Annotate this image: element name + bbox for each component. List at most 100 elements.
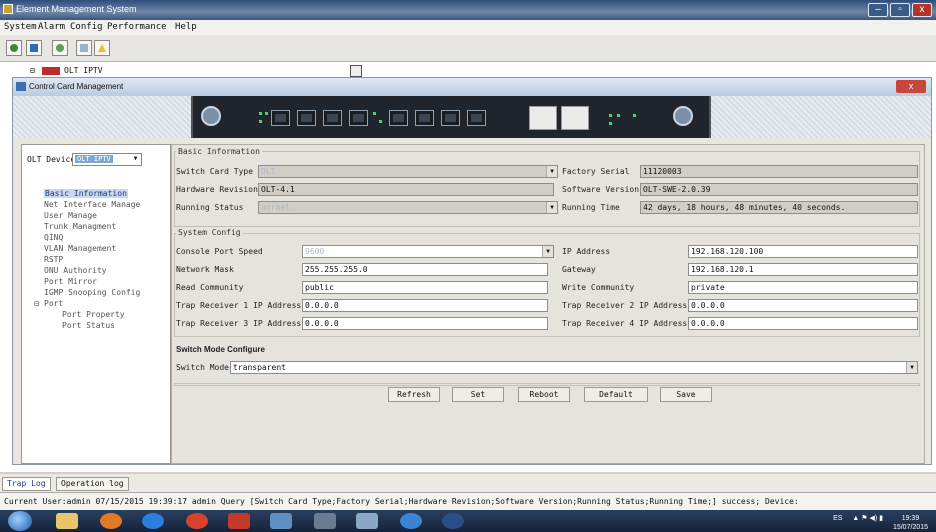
topology-tool-button[interactable] (6, 40, 22, 56)
console-port[interactable] (529, 106, 557, 130)
nav-net-interface[interactable]: Net Interface Manage (44, 200, 140, 209)
tab-trap-log[interactable]: Trap Log (2, 477, 51, 491)
language-indicator[interactable]: ES (833, 515, 842, 522)
pon-port[interactable] (415, 110, 434, 126)
network-mask-input[interactable]: 255.255.255.0 (302, 263, 548, 276)
trap1-input[interactable]: 0.0.0.0 (302, 299, 548, 312)
set-button[interactable]: Set (452, 387, 504, 402)
log-tabs: Trap Log Operation log (0, 474, 936, 492)
switch-card-type-select[interactable]: OLT ▼ (258, 165, 558, 178)
trap4-input[interactable]: 0.0.0.0 (688, 317, 918, 330)
ie-icon[interactable] (142, 513, 164, 529)
running-status-select[interactable]: normal ▼ (258, 201, 558, 214)
led-indicator (259, 112, 262, 115)
system-tray: ES ▲ ⚑ ◀) ▮ 19:39 15/07/2015 (833, 514, 928, 532)
content-panel: Basic Information Switch Card Type OLT ▼ … (171, 144, 925, 464)
navigation-panel: OLT Device OLT IPTV ▼ Basic Information … (21, 144, 171, 464)
menu-help[interactable]: Help (175, 22, 197, 32)
default-button[interactable]: Default (584, 387, 648, 402)
gateway-input[interactable]: 192.168.120.1 (688, 263, 918, 276)
paint-icon[interactable] (270, 513, 292, 529)
nav-trunk[interactable]: Trunk Managment (44, 222, 116, 231)
menu-system[interactable]: System (4, 22, 37, 32)
chrome-icon[interactable] (186, 513, 208, 529)
nav-port-mirror[interactable]: Port Mirror (44, 277, 97, 286)
led-indicator (265, 112, 268, 115)
nav-igmp[interactable]: IGMP Snooping Config (44, 288, 140, 297)
pon-port[interactable] (349, 110, 368, 126)
monitor-tool-button[interactable] (52, 40, 68, 56)
list-icon (80, 44, 88, 52)
close-button[interactable]: x (912, 3, 932, 17)
read-community-input[interactable]: public (302, 281, 548, 294)
pon-port[interactable] (467, 110, 486, 126)
switch-mode-select[interactable]: transparent ▼ (230, 361, 918, 374)
switch-card-type-label: Switch Card Type (176, 167, 254, 176)
device-tool-button[interactable] (26, 40, 42, 56)
nav-rstp[interactable]: RSTP (44, 255, 63, 264)
tree-collapse-icon[interactable]: ⊟ (34, 299, 39, 308)
save-button[interactable]: Save (660, 387, 712, 402)
factory-serial-label: Factory Serial (562, 167, 630, 176)
write-community-label: Write Community (562, 283, 635, 292)
menu-config[interactable]: Config (70, 22, 103, 32)
dialog-title-bar: Control Card Management x (13, 78, 931, 96)
dialog-title: Control Card Management (29, 82, 124, 91)
refresh-button[interactable]: Refresh (388, 387, 440, 402)
list-tool-button[interactable] (76, 40, 92, 56)
pon-port[interactable] (271, 110, 290, 126)
terminal-icon[interactable] (314, 513, 336, 529)
network-icon[interactable] (356, 513, 378, 529)
card-panel-banner (13, 96, 931, 138)
nav-port-status[interactable]: Port Status (62, 321, 115, 330)
nav-onu-authority[interactable]: ONU Authority (44, 266, 107, 275)
start-button[interactable] (8, 511, 32, 531)
pon-port[interactable] (389, 110, 408, 126)
menu-performance[interactable]: Performance (107, 22, 167, 32)
firefox-icon[interactable] (100, 513, 122, 529)
console-port-speed-label: Console Port Speed (176, 247, 263, 256)
nav-vlan[interactable]: VLAN Management (44, 244, 116, 253)
switch-mode-title: Switch Mode Configure (176, 345, 265, 354)
menu-alarm[interactable]: Alarm (38, 22, 65, 32)
reboot-button[interactable]: Reboot (518, 387, 570, 402)
running-time-label: Running Time (562, 203, 620, 212)
ems-icon[interactable] (442, 513, 464, 529)
folder-icon[interactable] (56, 513, 78, 529)
software-version-field: OLT-SWE-2.0.39 (640, 183, 918, 196)
maximize-button[interactable]: ▫ (890, 3, 910, 17)
device-select-value: OLT IPTV (75, 155, 113, 163)
manage-port[interactable] (561, 106, 589, 130)
trap3-input[interactable]: 0.0.0.0 (302, 317, 548, 330)
status-bar: Current User:admin 07/15/2015 19:39:17 a… (0, 492, 936, 510)
pon-port[interactable] (441, 110, 460, 126)
console-port-speed-select[interactable]: 9600 ▼ (302, 245, 554, 258)
running-status-label: Running Status (176, 203, 244, 212)
device-select[interactable]: OLT IPTV ▼ (72, 153, 142, 166)
minimize-button[interactable]: – (868, 3, 888, 17)
trap2-input[interactable]: 0.0.0.0 (688, 299, 918, 312)
tree-expand-icon[interactable]: ⊟ (30, 66, 35, 75)
nav-basic-information[interactable]: Basic Information (44, 189, 128, 198)
nav-port[interactable]: Port (44, 299, 63, 308)
tab-operation-log[interactable]: Operation log (56, 477, 129, 491)
tree-node-olt[interactable]: OLT IPTV (64, 66, 103, 75)
ip-address-input[interactable]: 192.168.120.100 (688, 245, 918, 258)
pon-port[interactable] (297, 110, 316, 126)
tray-flag-icon[interactable]: ▲ ⚑ ◀) ▮ (852, 515, 883, 522)
nav-qinq[interactable]: QINQ (44, 233, 63, 242)
running-time-field: 42 days, 18 hours, 48 minutes, 40 second… (640, 201, 918, 214)
restore-icon[interactable] (350, 65, 362, 77)
toolbar (0, 35, 936, 62)
media-icon[interactable] (228, 513, 250, 529)
nav-user-manage[interactable]: User Manage (44, 211, 97, 220)
dialog-close-button[interactable]: x (896, 80, 926, 93)
nav-port-property[interactable]: Port Property (62, 310, 125, 319)
write-community-input[interactable]: private (688, 281, 918, 294)
control-card-dialog: Control Card Management x OLT Device OLT… (12, 77, 932, 465)
pon-port[interactable] (323, 110, 342, 126)
basic-info-title: Basic Information (176, 147, 262, 156)
led-indicator (609, 114, 612, 117)
alarm-tool-button[interactable] (94, 40, 110, 56)
app-globe-icon[interactable] (400, 513, 422, 529)
